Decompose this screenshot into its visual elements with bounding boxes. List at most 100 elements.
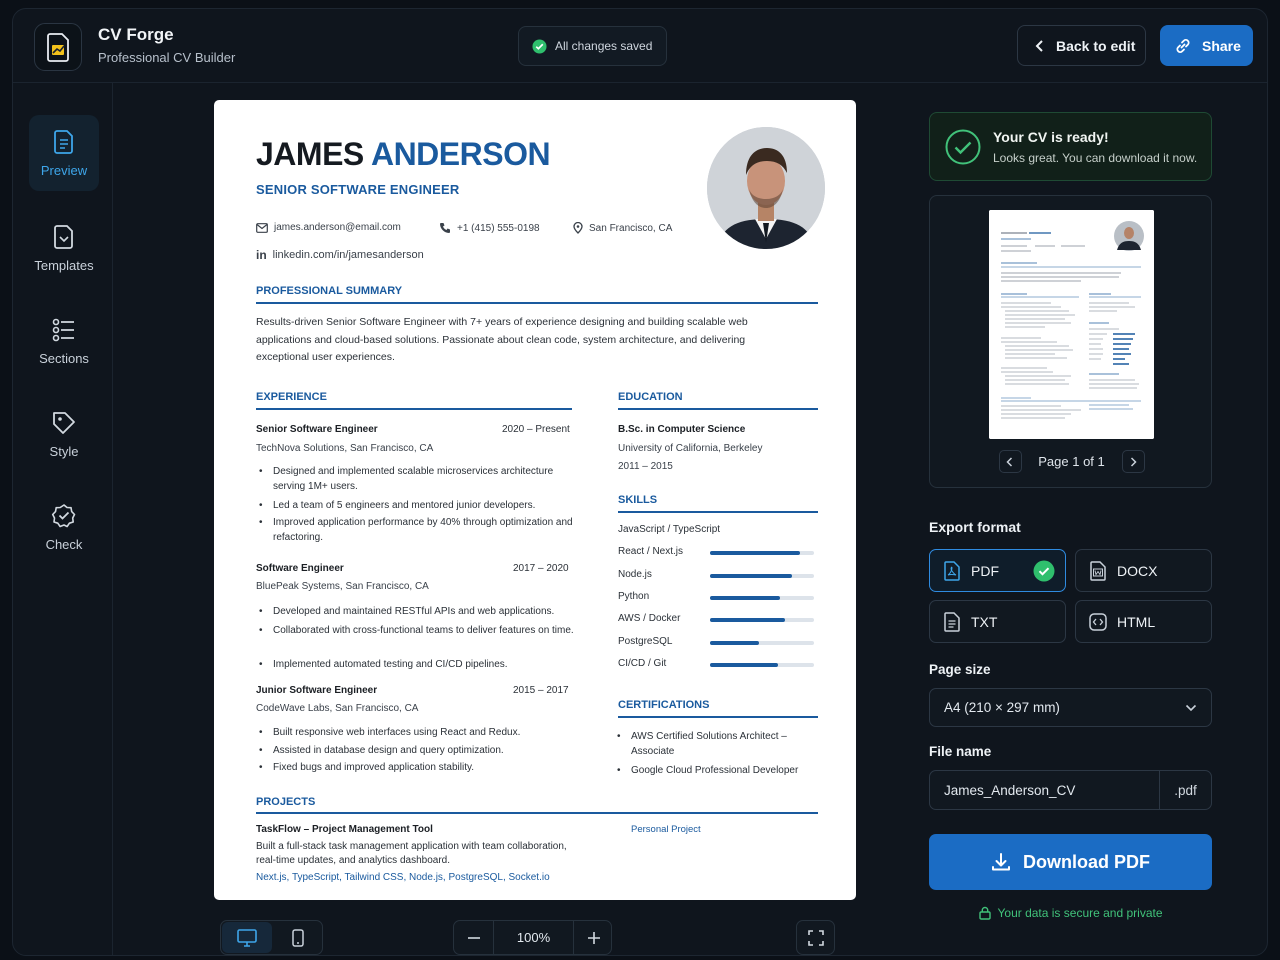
templates-icon bbox=[54, 224, 73, 249]
selected-check-icon bbox=[1033, 560, 1055, 581]
contact-email: james.anderson@email.com bbox=[256, 222, 401, 233]
sidebar-item-label: Preview bbox=[40, 162, 88, 178]
skill-bar-track bbox=[710, 551, 814, 556]
section-divider bbox=[256, 408, 572, 410]
job-company: TechNova Solutions, San Francisco, CA bbox=[256, 443, 434, 454]
section-divider bbox=[618, 511, 818, 513]
style-icon bbox=[53, 411, 75, 434]
section-title-summary: PROFESSIONAL SUMMARY bbox=[256, 285, 403, 297]
sidebar-item-templates[interactable]: Templates bbox=[29, 210, 99, 286]
skill-bar-fill bbox=[710, 662, 778, 667]
fullscreen-icon bbox=[807, 929, 824, 946]
ready-title: Your CV is ready! bbox=[993, 128, 1109, 145]
page-size-value: A4 (210 × 297 mm) bbox=[944, 700, 1060, 715]
contact-phone-text: +1 (415) 555-0198 bbox=[457, 222, 540, 234]
job-bullet: Collaborated with cross-functional teams… bbox=[256, 623, 574, 638]
sidebar-item-label: Check bbox=[45, 536, 83, 552]
thumbnail-page-render bbox=[989, 210, 1154, 439]
app-logo bbox=[34, 23, 82, 71]
cv-document-icon bbox=[47, 33, 69, 62]
export-format-label: Export format bbox=[929, 519, 1021, 535]
job-title: Senior Software Engineer bbox=[256, 424, 378, 435]
job-dates: 2020 – Present bbox=[502, 424, 570, 435]
resume-last-name: ANDERSON bbox=[370, 136, 551, 172]
sidebar-item-label: Style bbox=[49, 443, 79, 459]
contact-linkedin: in linkedin.com/in/jamesanderson bbox=[256, 248, 424, 262]
format-option-txt[interactable]: TXT bbox=[929, 600, 1066, 643]
section-title-projects: PROJECTS bbox=[256, 796, 316, 808]
desktop-view-button[interactable] bbox=[222, 922, 272, 953]
section-title-certifications: CERTIFICATIONS bbox=[618, 699, 710, 711]
next-page-button[interactable] bbox=[1121, 450, 1145, 473]
back-to-edit-button[interactable]: Back to edit bbox=[1017, 25, 1146, 66]
format-option-html[interactable]: HTML bbox=[1075, 600, 1212, 643]
chevron-down-icon bbox=[1185, 704, 1197, 711]
zoom-level: 100% bbox=[516, 930, 551, 945]
skill-label: AWS / Docker bbox=[618, 613, 681, 625]
resume-page: JAMES ANDERSON SENIOR SOFTWARE ENGINEER … bbox=[214, 100, 856, 900]
sidebar-item-preview[interactable]: Preview bbox=[29, 115, 99, 191]
skill-bar-track bbox=[710, 595, 814, 600]
save-status-badge: All changes saved bbox=[518, 26, 667, 66]
certification-item: Google Cloud Professional Developer bbox=[614, 763, 814, 778]
previous-page-button[interactable] bbox=[998, 450, 1022, 473]
education-years: 2011 – 2015 bbox=[618, 461, 673, 472]
page-size-label: Page size bbox=[929, 662, 991, 677]
minus-icon bbox=[467, 936, 480, 939]
section-divider bbox=[256, 302, 818, 304]
share-button[interactable]: Share bbox=[1160, 25, 1253, 66]
share-label: Share bbox=[1202, 37, 1241, 54]
format-option-pdf[interactable]: PDF bbox=[929, 549, 1066, 592]
device-toggle bbox=[220, 920, 323, 955]
download-pdf-button[interactable]: Download PDF bbox=[929, 834, 1212, 890]
security-note: Your data is secure and private bbox=[929, 906, 1212, 920]
zoom-out-button[interactable] bbox=[454, 921, 494, 954]
section-title-skills: SKILLS bbox=[618, 494, 658, 506]
skill-bar-fill bbox=[710, 618, 785, 623]
format-label: PDF bbox=[971, 562, 999, 579]
skill-bar-track bbox=[710, 662, 814, 667]
contact-location: San Francisco, CA bbox=[573, 222, 672, 234]
location-pin-icon bbox=[573, 222, 583, 234]
format-option-docx[interactable]: DOCX bbox=[1075, 549, 1212, 592]
mobile-view-button[interactable] bbox=[273, 922, 323, 953]
profile-photo bbox=[707, 127, 825, 249]
app-window: CV Forge Professional CV Builder All cha… bbox=[12, 8, 1268, 956]
education-school: University of California, Berkeley bbox=[618, 443, 763, 454]
fullscreen-button[interactable] bbox=[796, 920, 835, 955]
page-size-select[interactable]: A4 (210 × 297 mm) bbox=[929, 688, 1212, 727]
sidebar-item-style[interactable]: Style bbox=[29, 396, 99, 472]
job-title: Software Engineer bbox=[256, 563, 344, 574]
skill-bar-track bbox=[710, 573, 814, 578]
link-icon bbox=[1176, 38, 1190, 53]
job-bullet: Assisted in database design and query op… bbox=[256, 743, 574, 758]
page-thumbnail-box: Page 1 of 1 bbox=[929, 195, 1212, 488]
sections-icon bbox=[52, 318, 74, 341]
top-bar: CV Forge Professional CV Builder All cha… bbox=[13, 9, 1267, 83]
skill-bar-fill bbox=[710, 551, 800, 556]
export-panel: Your CV is ready! Looks great. You can d… bbox=[910, 83, 1267, 955]
job-title: Junior Software Engineer bbox=[256, 685, 378, 696]
skill-label: Python bbox=[618, 590, 650, 602]
project-tag: Personal Project bbox=[631, 824, 701, 835]
file-name-input[interactable] bbox=[930, 771, 1159, 809]
job-bullet: Developed and maintained RESTful APIs an… bbox=[256, 604, 574, 619]
download-icon bbox=[992, 853, 1010, 871]
cv-ready-banner: Your CV is ready! Looks great. You can d… bbox=[929, 112, 1212, 181]
txt-file-icon bbox=[944, 611, 960, 632]
zoom-controls: 100% bbox=[453, 920, 612, 955]
zoom-in-button[interactable] bbox=[573, 921, 613, 954]
skill-bar-fill bbox=[710, 573, 792, 578]
preview-canvas: JAMES ANDERSON SENIOR SOFTWARE ENGINEER … bbox=[114, 83, 909, 955]
sidebar-item-sections[interactable]: Sections bbox=[29, 303, 99, 379]
job-company: CodeWave Labs, San Francisco, CA bbox=[256, 703, 419, 714]
app-subtitle: Professional CV Builder bbox=[98, 50, 236, 65]
chevron-left-icon bbox=[1035, 39, 1043, 52]
resume-role: SENIOR SOFTWARE ENGINEER bbox=[256, 182, 460, 197]
file-name-field: .pdf bbox=[929, 770, 1212, 810]
preview-icon bbox=[54, 129, 73, 154]
sidebar-item-check[interactable]: Check bbox=[29, 489, 99, 565]
skill-label: Node.js bbox=[618, 568, 652, 580]
job-bullet: Led a team of 5 engineers and mentored j… bbox=[256, 498, 574, 513]
page-thumbnail[interactable] bbox=[989, 210, 1154, 439]
